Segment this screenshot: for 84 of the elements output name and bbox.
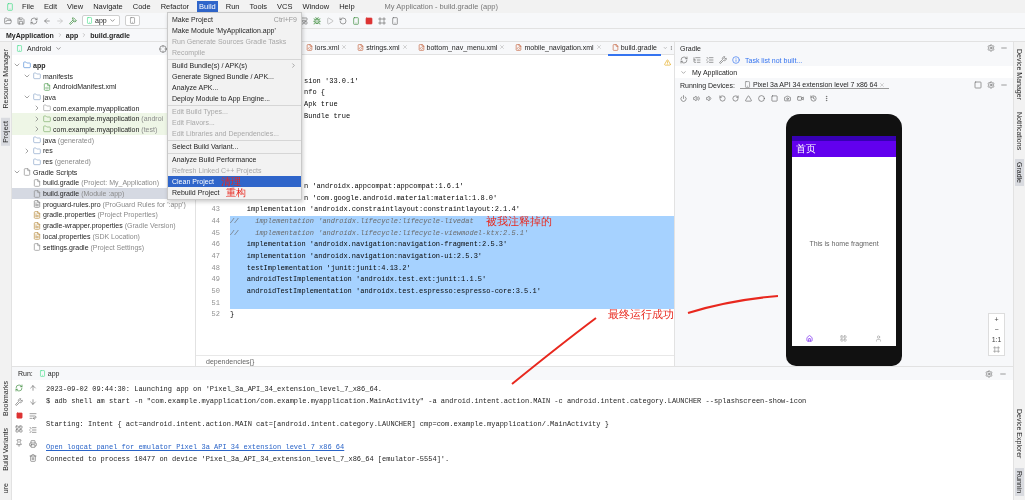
forward-icon xyxy=(56,16,64,25)
hammer-icon xyxy=(69,16,77,25)
phone-icon xyxy=(128,17,136,24)
file-icon xyxy=(306,43,313,51)
folder-icon xyxy=(4,16,12,25)
stop-icon xyxy=(15,412,23,419)
settings-icon xyxy=(987,44,995,52)
wrap-icon xyxy=(29,412,37,420)
close-icon xyxy=(341,44,348,50)
stop-icon xyxy=(364,16,373,25)
tabs-dropdown-icon xyxy=(662,44,668,52)
history-icon xyxy=(810,94,817,102)
annotation-text: 最终运行成功 xyxy=(608,309,674,320)
home-circle-icon xyxy=(758,94,765,102)
rerun-icon xyxy=(338,16,347,25)
user-icon[interactable] xyxy=(875,334,883,342)
pin-icon xyxy=(15,439,23,447)
rerun-icon xyxy=(15,384,23,392)
play-icon xyxy=(325,16,334,25)
file-icon xyxy=(417,43,425,51)
power-icon xyxy=(680,94,687,102)
file-icon xyxy=(33,189,41,198)
collapse-icon xyxy=(706,56,714,64)
separator-icon xyxy=(56,32,63,38)
phone-icon xyxy=(743,81,751,88)
close-icon xyxy=(595,44,602,50)
sync-icon xyxy=(30,16,38,25)
folder-icon xyxy=(23,61,31,70)
wrench-icon xyxy=(719,56,727,64)
camera-icon xyxy=(784,94,791,102)
file-icon xyxy=(33,243,41,252)
app-title: 首页 xyxy=(796,142,816,156)
wrench-icon xyxy=(15,398,23,406)
folder-icon xyxy=(33,93,41,102)
volume-up-icon xyxy=(693,94,700,102)
close-icon xyxy=(879,81,886,88)
trash-icon xyxy=(29,454,37,462)
down-arrow-icon xyxy=(29,398,37,406)
file-icon xyxy=(33,221,41,230)
window-icon xyxy=(974,81,982,89)
print-icon xyxy=(29,440,37,448)
grid-icon[interactable] xyxy=(840,334,848,342)
file-icon xyxy=(611,43,619,51)
caret-icon xyxy=(108,17,116,24)
file-icon xyxy=(33,232,41,241)
folder-icon xyxy=(33,72,41,81)
up-arrow-icon xyxy=(29,384,37,392)
separator-icon xyxy=(81,32,88,38)
settings-icon xyxy=(985,369,993,378)
expand-icon xyxy=(693,56,701,64)
annotation-text: 清理 xyxy=(221,175,242,187)
rotate-left-icon xyxy=(719,94,726,102)
close-icon xyxy=(499,44,506,50)
minimize-icon xyxy=(1000,44,1008,52)
minimize-icon xyxy=(1000,81,1008,89)
folder-icon xyxy=(33,157,41,166)
home-icon[interactable] xyxy=(805,334,813,342)
refresh-icon xyxy=(680,56,688,64)
fit-screen-icon xyxy=(993,346,1000,353)
annotation-text: 重构 xyxy=(226,186,247,200)
more-icon xyxy=(669,44,674,52)
video-camera-icon xyxy=(797,94,804,102)
caret-icon xyxy=(55,45,63,52)
volume-down-icon xyxy=(706,94,713,102)
locate-icon xyxy=(159,44,167,53)
device-dropdown[interactable] xyxy=(124,15,140,26)
save-icon xyxy=(17,16,25,25)
annotation-text: 被我注释掉的 xyxy=(486,215,552,227)
settings-icon xyxy=(987,81,995,89)
close-icon xyxy=(401,44,408,50)
rotate-right-icon xyxy=(732,94,739,102)
back-icon xyxy=(43,16,51,25)
folder-icon xyxy=(43,125,51,134)
back-triangle-icon xyxy=(745,94,752,102)
file-icon xyxy=(23,168,31,177)
warning-icon xyxy=(664,59,671,66)
device-icon xyxy=(351,16,360,25)
file-icon xyxy=(357,43,365,51)
file-icon xyxy=(515,43,523,51)
info-icon xyxy=(732,56,740,64)
bug-icon xyxy=(312,16,321,25)
file-icon xyxy=(33,178,41,187)
file-code-icon xyxy=(43,82,51,91)
frame-icon xyxy=(377,16,386,25)
